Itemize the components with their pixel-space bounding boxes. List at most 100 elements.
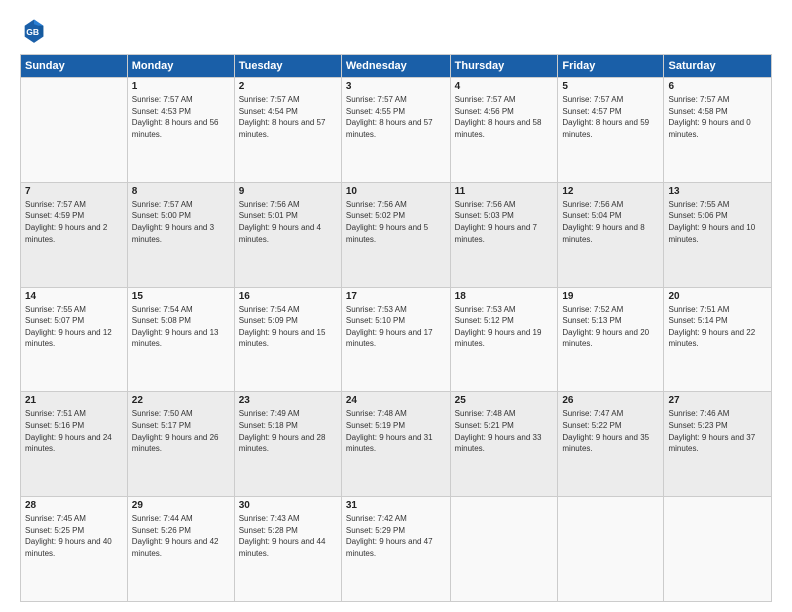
day-number: 21 [25, 395, 123, 406]
calendar-cell: 5 Sunrise: 7:57 AMSunset: 4:57 PMDaylight… [558, 78, 664, 183]
calendar-cell: 17 Sunrise: 7:53 AMSunset: 5:10 PMDayligh… [341, 287, 450, 392]
calendar-cell: 6 Sunrise: 7:57 AMSunset: 4:58 PMDaylight… [664, 78, 772, 183]
day-info: Sunrise: 7:48 AMSunset: 5:21 PMDaylight:… [455, 408, 554, 454]
day-number: 17 [346, 291, 446, 302]
header-day: Sunday [21, 55, 128, 78]
calendar-cell: 15 Sunrise: 7:54 AMSunset: 5:08 PMDayligh… [127, 287, 234, 392]
svg-text:GB: GB [26, 27, 39, 37]
day-number: 6 [668, 81, 767, 92]
calendar-cell: 11 Sunrise: 7:56 AMSunset: 5:03 PMDayligh… [450, 182, 558, 287]
calendar-cell: 7Sunrise: 7:57 AMSunset: 4:59 PMDaylight… [21, 182, 128, 287]
calendar-cell: 3 Sunrise: 7:57 AMSunset: 4:55 PMDaylight… [341, 78, 450, 183]
day-info: Sunrise: 7:46 AMSunset: 5:23 PMDaylight:… [668, 408, 767, 454]
day-number: 25 [455, 395, 554, 406]
day-info: Sunrise: 7:49 AMSunset: 5:18 PMDaylight:… [239, 408, 337, 454]
day-info: Sunrise: 7:47 AMSunset: 5:22 PMDaylight:… [562, 408, 659, 454]
header-day: Tuesday [234, 55, 341, 78]
calendar-week: 7Sunrise: 7:57 AMSunset: 4:59 PMDaylight… [21, 182, 772, 287]
calendar-cell: 30 Sunrise: 7:43 AMSunset: 5:28 PMDayligh… [234, 497, 341, 602]
calendar-cell: 28 Sunrise: 7:45 AMSunset: 5:25 PMDayligh… [21, 497, 128, 602]
header-day: Wednesday [341, 55, 450, 78]
calendar-cell: 18 Sunrise: 7:53 AMSunset: 5:12 PMDayligh… [450, 287, 558, 392]
day-info: Sunrise: 7:51 AMSunset: 5:16 PMDaylight:… [25, 408, 123, 454]
day-info: Sunrise: 7:48 AMSunset: 5:19 PMDaylight:… [346, 408, 446, 454]
day-number: 27 [668, 395, 767, 406]
day-info: Sunrise: 7:54 AMSunset: 5:09 PMDaylight:… [239, 304, 337, 350]
header-day: Thursday [450, 55, 558, 78]
day-info: Sunrise: 7:56 AMSunset: 5:01 PMDaylight:… [239, 199, 337, 245]
header-row: SundayMondayTuesdayWednesdayThursdayFrid… [21, 55, 772, 78]
day-info: Sunrise: 7:51 AMSunset: 5:14 PMDaylight:… [668, 304, 767, 350]
day-number: 10 [346, 186, 446, 197]
day-number: 13 [668, 186, 767, 197]
calendar-cell: 10 Sunrise: 7:56 AMSunset: 5:02 PMDayligh… [341, 182, 450, 287]
day-info: Sunrise: 7:50 AMSunset: 5:17 PMDaylight:… [132, 408, 230, 454]
calendar-cell [558, 497, 664, 602]
day-number: 7 [25, 186, 123, 197]
day-info: Sunrise: 7:43 AMSunset: 5:28 PMDaylight:… [239, 513, 337, 559]
day-info: Sunrise: 7:57 AMSunset: 4:55 PMDaylight:… [346, 94, 446, 140]
day-info: Sunrise: 7:57 AMSunset: 4:58 PMDaylight:… [668, 94, 767, 140]
calendar-cell: 1 Sunrise: 7:57 AMSunset: 4:53 PMDaylight… [127, 78, 234, 183]
calendar-cell [21, 78, 128, 183]
day-number: 23 [239, 395, 337, 406]
day-number: 15 [132, 291, 230, 302]
day-number: 1 [132, 81, 230, 92]
calendar-cell: 12 Sunrise: 7:56 AMSunset: 5:04 PMDayligh… [558, 182, 664, 287]
calendar-cell: 16 Sunrise: 7:54 AMSunset: 5:09 PMDayligh… [234, 287, 341, 392]
calendar-week: 1 Sunrise: 7:57 AMSunset: 4:53 PMDaylight… [21, 78, 772, 183]
day-number: 20 [668, 291, 767, 302]
day-number: 19 [562, 291, 659, 302]
day-info: Sunrise: 7:57 AMSunset: 5:00 PMDaylight:… [132, 199, 230, 245]
day-info: Sunrise: 7:55 AMSunset: 5:06 PMDaylight:… [668, 199, 767, 245]
day-number: 24 [346, 395, 446, 406]
day-number: 2 [239, 81, 337, 92]
day-number: 30 [239, 500, 337, 511]
calendar-cell: 8Sunrise: 7:57 AMSunset: 5:00 PMDaylight… [127, 182, 234, 287]
day-info: Sunrise: 7:52 AMSunset: 5:13 PMDaylight:… [562, 304, 659, 350]
day-number: 14 [25, 291, 123, 302]
day-number: 5 [562, 81, 659, 92]
calendar-cell: 25 Sunrise: 7:48 AMSunset: 5:21 PMDayligh… [450, 392, 558, 497]
calendar-cell: 27 Sunrise: 7:46 AMSunset: 5:23 PMDayligh… [664, 392, 772, 497]
calendar-table: SundayMondayTuesdayWednesdayThursdayFrid… [20, 54, 772, 602]
calendar-cell: 31 Sunrise: 7:42 AMSunset: 5:29 PMDayligh… [341, 497, 450, 602]
day-info: Sunrise: 7:56 AMSunset: 5:03 PMDaylight:… [455, 199, 554, 245]
day-number: 26 [562, 395, 659, 406]
day-info: Sunrise: 7:54 AMSunset: 5:08 PMDaylight:… [132, 304, 230, 350]
day-info: Sunrise: 7:57 AMSunset: 4:53 PMDaylight:… [132, 94, 230, 140]
day-number: 16 [239, 291, 337, 302]
calendar-cell: 21 Sunrise: 7:51 AMSunset: 5:16 PMDayligh… [21, 392, 128, 497]
calendar-week: 28 Sunrise: 7:45 AMSunset: 5:25 PMDayligh… [21, 497, 772, 602]
day-number: 9 [239, 186, 337, 197]
day-number: 31 [346, 500, 446, 511]
day-info: Sunrise: 7:57 AMSunset: 4:57 PMDaylight:… [562, 94, 659, 140]
day-info: Sunrise: 7:45 AMSunset: 5:25 PMDaylight:… [25, 513, 123, 559]
day-info: Sunrise: 7:57 AMSunset: 4:56 PMDaylight:… [455, 94, 554, 140]
day-info: Sunrise: 7:42 AMSunset: 5:29 PMDaylight:… [346, 513, 446, 559]
day-number: 12 [562, 186, 659, 197]
header-day: Monday [127, 55, 234, 78]
day-info: Sunrise: 7:44 AMSunset: 5:26 PMDaylight:… [132, 513, 230, 559]
day-info: Sunrise: 7:53 AMSunset: 5:12 PMDaylight:… [455, 304, 554, 350]
day-number: 18 [455, 291, 554, 302]
day-info: Sunrise: 7:56 AMSunset: 5:02 PMDaylight:… [346, 199, 446, 245]
day-info: Sunrise: 7:57 AMSunset: 4:54 PMDaylight:… [239, 94, 337, 140]
calendar-week: 14Sunrise: 7:55 AMSunset: 5:07 PMDayligh… [21, 287, 772, 392]
logo-icon: GB [20, 18, 48, 46]
calendar-cell: 13 Sunrise: 7:55 AMSunset: 5:06 PMDayligh… [664, 182, 772, 287]
day-info: Sunrise: 7:56 AMSunset: 5:04 PMDaylight:… [562, 199, 659, 245]
calendar-week: 21 Sunrise: 7:51 AMSunset: 5:16 PMDayligh… [21, 392, 772, 497]
day-number: 11 [455, 186, 554, 197]
calendar-cell: 23 Sunrise: 7:49 AMSunset: 5:18 PMDayligh… [234, 392, 341, 497]
calendar-cell: 22Sunrise: 7:50 AMSunset: 5:17 PMDayligh… [127, 392, 234, 497]
day-info: Sunrise: 7:53 AMSunset: 5:10 PMDaylight:… [346, 304, 446, 350]
calendar-cell: 19 Sunrise: 7:52 AMSunset: 5:13 PMDayligh… [558, 287, 664, 392]
day-number: 4 [455, 81, 554, 92]
calendar-cell: 20 Sunrise: 7:51 AMSunset: 5:14 PMDayligh… [664, 287, 772, 392]
day-number: 28 [25, 500, 123, 511]
calendar-cell: 4 Sunrise: 7:57 AMSunset: 4:56 PMDaylight… [450, 78, 558, 183]
calendar-cell: 2 Sunrise: 7:57 AMSunset: 4:54 PMDaylight… [234, 78, 341, 183]
day-number: 3 [346, 81, 446, 92]
day-number: 29 [132, 500, 230, 511]
